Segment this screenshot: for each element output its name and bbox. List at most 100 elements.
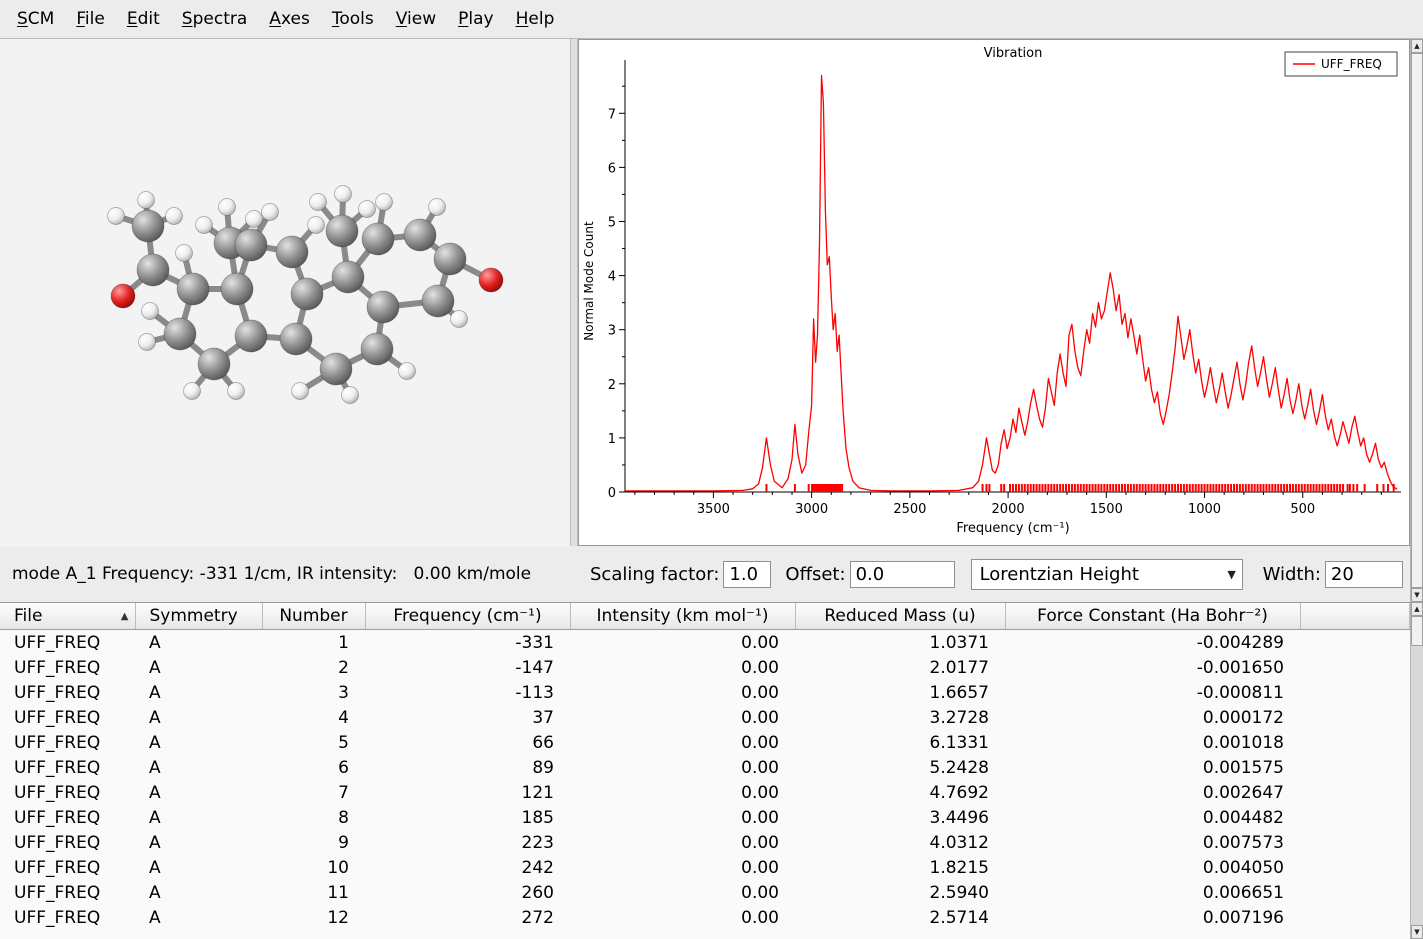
chevron-down-icon[interactable]: ▼ — [1222, 568, 1242, 581]
table-row[interactable]: UFF_FREQA3-1130.001.6657-0.000811 — [0, 680, 1410, 705]
column-header-force-constant-ha-bohr[interactable]: Force Constant (Ha Bohr⁻²) — [1005, 603, 1300, 630]
atom-C[interactable] — [361, 333, 393, 365]
atom-H[interactable] — [335, 186, 352, 203]
atom-H[interactable] — [262, 204, 279, 221]
table-scrollbar[interactable]: ▲ ▼ — [1410, 602, 1423, 939]
cell-filler — [1300, 905, 1410, 930]
vibration-spectrum-chart[interactable]: 35003000250020001500100050001234567Vibra… — [579, 40, 1409, 545]
atom-C[interactable] — [326, 215, 358, 247]
table-row[interactable]: UFF_FREQA81850.003.44960.004482 — [0, 805, 1410, 830]
atom-H[interactable] — [138, 192, 155, 209]
table-row[interactable]: UFF_FREQA2-1470.002.0177-0.001650 — [0, 655, 1410, 680]
atom-H[interactable] — [139, 334, 156, 351]
atom-H[interactable] — [359, 201, 376, 218]
cell-number: 10 — [262, 855, 365, 880]
atom-C[interactable] — [235, 320, 267, 352]
atom-H[interactable] — [228, 383, 245, 400]
atom-H[interactable] — [142, 303, 159, 320]
svg-text:1: 1 — [608, 432, 616, 447]
table-row[interactable]: UFF_FREQA4370.003.27280.000172 — [0, 705, 1410, 730]
table-row[interactable]: UFF_FREQA122720.002.57140.007196 — [0, 905, 1410, 930]
table-row[interactable]: UFF_FREQA92230.004.03120.007573 — [0, 830, 1410, 855]
atom-C[interactable] — [404, 219, 436, 251]
atom-C[interactable] — [434, 243, 466, 275]
atom-H[interactable] — [196, 217, 213, 234]
atom-C[interactable] — [362, 223, 394, 255]
column-header-frequency-cm[interactable]: Frequency (cm⁻¹) — [365, 603, 570, 630]
menu-item-help[interactable]: Help — [505, 4, 566, 34]
cell-intensity-km-mol: 0.00 — [570, 630, 795, 656]
atom-O[interactable] — [111, 284, 135, 308]
atom-H[interactable] — [308, 217, 325, 234]
atom-C[interactable] — [198, 348, 230, 380]
atom-C[interactable] — [320, 353, 352, 385]
scroll-up-icon[interactable]: ▲ — [1411, 602, 1423, 616]
table-row[interactable]: UFF_FREQA102420.001.82150.004050 — [0, 855, 1410, 880]
scroll-up-icon[interactable]: ▲ — [1411, 39, 1423, 53]
column-header-intensity-km-mol[interactable]: Intensity (km mol⁻¹) — [570, 603, 795, 630]
cell-filler — [1300, 755, 1410, 780]
svg-text:Normal Mode Count: Normal Mode Count — [582, 221, 596, 341]
atom-H[interactable] — [310, 194, 327, 211]
atom-C[interactable] — [291, 278, 323, 310]
menu-item-edit[interactable]: Edit — [116, 4, 171, 34]
atom-H[interactable] — [376, 194, 393, 211]
column-header-symmetry[interactable]: Symmetry — [135, 603, 262, 630]
atom-H[interactable] — [342, 387, 359, 404]
column-header-number[interactable]: Number — [262, 603, 365, 630]
atom-C[interactable] — [164, 318, 196, 350]
menu-item-spectra[interactable]: Spectra — [171, 4, 259, 34]
plot-scrollbar[interactable]: ▲ ▼ — [1410, 39, 1423, 602]
width-input[interactable] — [1325, 561, 1403, 588]
atom-C[interactable] — [235, 229, 267, 261]
atom-C[interactable] — [367, 291, 399, 323]
scroll-down-icon[interactable]: ▼ — [1411, 925, 1423, 939]
atom-H[interactable] — [108, 208, 125, 225]
column-header-file[interactable]: ▲File — [0, 603, 135, 630]
lineshape-select[interactable]: Lorentzian Height ▼ — [971, 559, 1243, 590]
table-row[interactable]: UFF_FREQA112600.002.59400.006651 — [0, 880, 1410, 905]
atom-C[interactable] — [132, 210, 164, 242]
scaling-factor-label: Scaling factor: — [590, 564, 719, 585]
column-header-reduced-mass-u[interactable]: Reduced Mass (u) — [795, 603, 1005, 630]
atom-H[interactable] — [219, 199, 236, 216]
menu-item-tools[interactable]: Tools — [321, 4, 385, 34]
atom-C[interactable] — [221, 273, 253, 305]
scrollbar-thumb[interactable] — [1411, 53, 1423, 588]
scrollbar-thumb[interactable] — [1411, 616, 1423, 646]
atom-H[interactable] — [451, 311, 468, 328]
cell-symmetry: A — [135, 655, 262, 680]
cell-symmetry: A — [135, 730, 262, 755]
menu-item-scm[interactable]: SCM — [6, 4, 65, 34]
atom-O[interactable] — [479, 268, 503, 292]
atom-H[interactable] — [176, 245, 193, 262]
atom-H[interactable] — [292, 383, 309, 400]
cell-file: UFF_FREQ — [0, 780, 135, 805]
scroll-down-icon[interactable]: ▼ — [1411, 588, 1423, 602]
atom-H[interactable] — [166, 208, 183, 225]
offset-input[interactable] — [850, 561, 955, 588]
atom-C[interactable] — [276, 236, 308, 268]
table-row[interactable]: UFF_FREQA1-3310.001.0371-0.004289 — [0, 630, 1410, 656]
menu-item-file[interactable]: File — [65, 4, 115, 34]
table-row[interactable]: UFF_FREQA5660.006.13310.001018 — [0, 730, 1410, 755]
atom-C[interactable] — [280, 323, 312, 355]
atom-H[interactable] — [429, 199, 446, 216]
panel-splitter[interactable] — [570, 39, 578, 546]
atom-C[interactable] — [422, 285, 454, 317]
atom-H[interactable] — [184, 383, 201, 400]
table-row[interactable]: UFF_FREQA71210.004.76920.002647 — [0, 780, 1410, 805]
menu-item-play[interactable]: Play — [447, 4, 504, 34]
atom-C[interactable] — [137, 254, 169, 286]
menu-item-view[interactable]: View — [385, 4, 447, 34]
scaling-factor-input[interactable] — [723, 561, 771, 588]
menu-item-axes[interactable]: Axes — [258, 4, 321, 34]
cell-filler — [1300, 805, 1410, 830]
atom-H[interactable] — [399, 363, 416, 380]
main-content: 35003000250020001500100050001234567Vibra… — [0, 39, 1410, 546]
molecule-3d-view[interactable] — [0, 39, 570, 546]
table-row[interactable]: UFF_FREQA6890.005.24280.001575 — [0, 755, 1410, 780]
atom-H[interactable] — [246, 211, 263, 228]
atom-C[interactable] — [177, 273, 209, 305]
atom-C[interactable] — [332, 261, 364, 293]
